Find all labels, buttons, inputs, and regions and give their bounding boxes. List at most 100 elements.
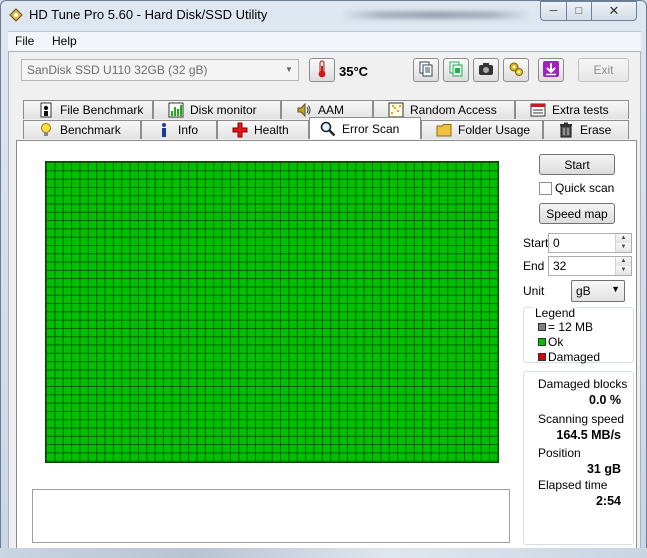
screenshot-camera-icon bbox=[478, 62, 494, 79]
info-icon bbox=[156, 122, 172, 138]
random-access-icon bbox=[388, 102, 404, 118]
unit-label: Unit bbox=[523, 284, 545, 298]
tab-error-scan[interactable]: Error Scan bbox=[309, 117, 421, 139]
spin-down-icon[interactable]: ▼ bbox=[616, 266, 631, 275]
scanning-speed-value: 164.5 MB/s bbox=[556, 428, 621, 442]
taskbar-edge bbox=[0, 548, 647, 558]
elapsed-time-label: Elapsed time bbox=[538, 478, 608, 492]
tab-label: Extra tests bbox=[552, 103, 609, 117]
file-benchmark-icon bbox=[38, 102, 54, 118]
save-download-icon bbox=[542, 60, 560, 81]
tab-folder-usage[interactable]: Folder Usage bbox=[421, 120, 543, 139]
damaged-blocks-value: 0.0 % bbox=[589, 393, 621, 407]
start-input-value: 0 bbox=[553, 236, 560, 250]
folder-icon bbox=[436, 122, 452, 138]
legend-label: Ok bbox=[548, 335, 564, 349]
tab-label: Disk monitor bbox=[190, 103, 257, 117]
start-field-label: Start bbox=[523, 236, 549, 250]
chevron-down-icon: ▼ bbox=[285, 65, 293, 74]
scan-log-area[interactable] bbox=[32, 489, 510, 543]
trash-icon bbox=[558, 122, 574, 138]
tab-label: File Benchmark bbox=[60, 103, 144, 117]
copy-info-button[interactable] bbox=[443, 58, 469, 82]
drive-select-value: SanDisk SSD U110 32GB (32 gB) bbox=[27, 63, 208, 77]
menu-help[interactable]: Help bbox=[52, 34, 77, 48]
temperature-value: 35°C bbox=[339, 64, 369, 79]
tab-erase[interactable]: Erase bbox=[543, 120, 629, 139]
tab-disk-monitor[interactable]: Disk monitor bbox=[153, 100, 281, 119]
speaker-icon bbox=[296, 102, 312, 118]
end-input[interactable]: 32 ▲ ▼ bbox=[548, 256, 632, 276]
thermometer-icon bbox=[317, 60, 327, 81]
options-button[interactable] bbox=[503, 58, 529, 82]
elapsed-time-value: 2:54 bbox=[595, 494, 621, 508]
health-cross-icon bbox=[232, 122, 248, 138]
damaged-blocks-label: Damaged blocks bbox=[538, 377, 628, 391]
red-swatch bbox=[538, 352, 546, 361]
legend-title: Legend bbox=[533, 306, 578, 320]
tab-label: AAM bbox=[318, 103, 345, 117]
spin-down-icon[interactable]: ▼ bbox=[616, 243, 631, 252]
legend-box: Legend = 12 MB Ok Damaged bbox=[523, 306, 634, 364]
app-window: HD Tune Pro 5.60 - Hard Disk/SSD Utility… bbox=[0, 0, 647, 558]
legend-item-ok: Ok bbox=[538, 335, 563, 349]
exit-button[interactable]: Exit bbox=[578, 58, 629, 82]
legend-label: Damaged bbox=[548, 350, 601, 364]
tab-info[interactable]: Info bbox=[141, 120, 217, 139]
speed-map-button[interactable]: Speed map bbox=[539, 203, 615, 224]
start-spinner[interactable]: ▲ ▼ bbox=[615, 234, 631, 252]
blurred-title-region bbox=[341, 11, 531, 19]
tab-label: Erase bbox=[580, 123, 612, 137]
legend-item-block-size: = 12 MB bbox=[538, 320, 593, 334]
extra-tests-icon bbox=[530, 102, 546, 118]
tab-benchmark[interactable]: Benchmark bbox=[23, 120, 141, 139]
close-button[interactable]: ✕ bbox=[591, 1, 637, 21]
legend-item-damaged: Damaged bbox=[538, 350, 600, 364]
stats-box: Damaged blocks 0.0 % Scanning speed 164.… bbox=[523, 371, 634, 545]
options-gear-icon bbox=[508, 61, 524, 80]
tab-file-benchmark[interactable]: File Benchmark bbox=[23, 100, 153, 119]
tab-label: Benchmark bbox=[60, 123, 121, 137]
tab-label: Error Scan bbox=[342, 121, 400, 136]
title-bar[interactable]: HD Tune Pro 5.60 - Hard Disk/SSD Utility… bbox=[1, 1, 646, 29]
copy-text-icon bbox=[418, 61, 434, 80]
spin-up-icon[interactable]: ▲ bbox=[616, 257, 631, 266]
error-scan-panel: Start Quick scan Speed map Start 0 ▲ ▼ E… bbox=[16, 140, 637, 550]
end-input-value: 32 bbox=[553, 259, 567, 273]
end-field-label: End bbox=[523, 259, 545, 273]
quick-scan-label: Quick scan bbox=[555, 181, 615, 195]
maximize-button[interactable]: □ bbox=[566, 1, 592, 21]
lightbulb-icon bbox=[38, 122, 54, 138]
spin-up-icon[interactable]: ▲ bbox=[616, 234, 631, 243]
magnifier-icon bbox=[320, 121, 336, 137]
hdtune-app-icon bbox=[9, 8, 23, 22]
scanning-speed-label: Scanning speed bbox=[538, 412, 625, 426]
green-swatch bbox=[538, 337, 546, 346]
start-input[interactable]: 0 ▲ ▼ bbox=[548, 233, 632, 253]
save-button[interactable] bbox=[538, 58, 564, 82]
minimize-button[interactable]: ─ bbox=[540, 1, 567, 21]
quick-scan-checkbox[interactable] bbox=[539, 182, 552, 195]
copy-text-button[interactable] bbox=[413, 58, 439, 82]
position-label: Position bbox=[538, 446, 581, 460]
gray-swatch bbox=[538, 322, 546, 331]
main-client-area: SanDisk SSD U110 32GB (32 gB) ▼ 35°C Exi… bbox=[8, 51, 641, 553]
window-title: HD Tune Pro 5.60 - Hard Disk/SSD Utility bbox=[29, 7, 268, 22]
tab-label: Info bbox=[178, 123, 199, 137]
start-scan-button[interactable]: Start bbox=[539, 154, 615, 175]
tab-label: Folder Usage bbox=[458, 123, 531, 137]
screenshot-button[interactable] bbox=[473, 58, 499, 82]
tab-health[interactable]: Health bbox=[217, 120, 309, 139]
unit-select[interactable]: gB ▼ bbox=[571, 280, 625, 302]
disk-monitor-icon bbox=[168, 102, 184, 118]
copy-info-icon bbox=[448, 61, 464, 80]
tab-extra-tests[interactable]: Extra tests bbox=[515, 100, 629, 119]
end-spinner[interactable]: ▲ ▼ bbox=[615, 257, 631, 275]
temperature-button[interactable] bbox=[309, 58, 335, 82]
drive-select[interactable]: SanDisk SSD U110 32GB (32 gB) ▼ bbox=[21, 59, 299, 81]
menu-file[interactable]: File bbox=[15, 34, 34, 48]
position-value: 31 gB bbox=[586, 462, 621, 476]
scan-block-grid bbox=[45, 161, 499, 463]
chevron-down-icon: ▼ bbox=[611, 284, 620, 294]
tab-label: Random Access bbox=[410, 103, 497, 117]
